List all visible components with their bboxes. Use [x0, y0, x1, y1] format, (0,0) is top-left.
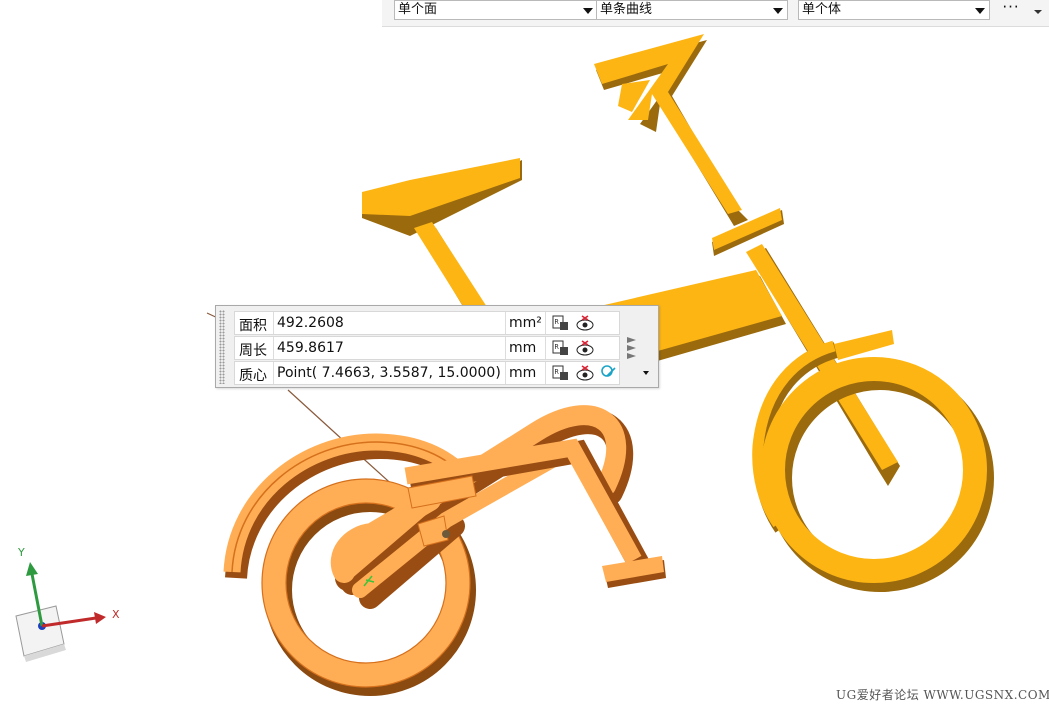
curve-filter-dropdown[interactable]: 单条曲线: [596, 0, 788, 20]
face-filter-dropdown[interactable]: 单个面: [394, 0, 598, 20]
selected-face[interactable]: [223, 405, 666, 696]
more-filters-button[interactable]: ···: [996, 0, 1026, 20]
area-label: 面积: [239, 318, 267, 334]
measurement-panel: 面积 492.2608 mm² R 周长 459.8617 mm R 质心 Po…: [215, 305, 659, 388]
handlebar-stem: [594, 34, 748, 226]
watermark: UG爱好者论坛 WWW.UGSNX.COM: [836, 688, 1049, 702]
measure-row-centroid: 质心 Point( 7.4663, 3.5587, 15.0000) mm R: [234, 361, 620, 385]
triad-x-label: X: [112, 608, 120, 621]
drag-handle[interactable]: [219, 310, 225, 384]
create-point-icon[interactable]: [599, 364, 619, 382]
toolbar-options-icon[interactable]: [1030, 4, 1044, 18]
perimeter-label: 周长: [239, 343, 267, 359]
measure-row-perimeter: 周长 459.8617 mm R: [234, 336, 620, 360]
copy-value-icon[interactable]: R: [551, 339, 571, 357]
show-hide-icon[interactable]: [575, 314, 595, 332]
centroid-unit[interactable]: mm: [509, 365, 536, 381]
selection-filter-bar: 单个面 单条曲线 单个体: [382, 0, 1049, 27]
copy-value-icon[interactable]: R: [551, 364, 571, 382]
chevron-down-icon: [975, 8, 985, 14]
measure-row-area: 面积 492.2608 mm² R: [234, 311, 620, 335]
face-filter-value: 单个面: [398, 2, 438, 17]
copy-value-icon[interactable]: R: [551, 314, 571, 332]
body-filter-dropdown[interactable]: 单个体: [798, 0, 990, 20]
perimeter-value[interactable]: 459.8617: [277, 340, 344, 356]
centroid-value[interactable]: Point( 7.4663, 3.5587, 15.0000): [277, 365, 501, 381]
triad-y-label: Y: [18, 546, 25, 559]
centroid-label: 质心: [239, 368, 267, 384]
show-hide-icon[interactable]: [575, 339, 595, 357]
area-value[interactable]: 492.2608: [277, 315, 344, 331]
show-hide-icon[interactable]: [575, 364, 595, 382]
expand-panel-icon[interactable]: [626, 335, 638, 361]
body-filter-value: 单个体: [802, 2, 842, 17]
wcs-triad: [15, 562, 106, 662]
chevron-down-icon: [773, 8, 783, 14]
area-unit[interactable]: mm²: [509, 315, 542, 331]
seat: [362, 158, 522, 236]
curve-filter-value: 单条曲线: [600, 2, 653, 17]
panel-menu-chevron-icon[interactable]: [642, 368, 652, 378]
chevron-down-icon: [583, 8, 593, 14]
perimeter-unit[interactable]: mm: [509, 340, 536, 356]
